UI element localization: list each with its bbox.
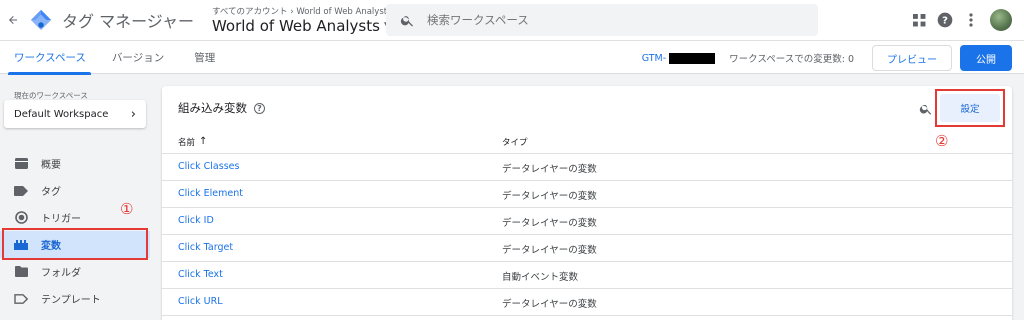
variable-type: データレイヤーの変数 <box>502 299 597 310</box>
sidebar-item-folders[interactable]: フォルダ <box>0 258 150 285</box>
search-bar[interactable] <box>386 4 818 36</box>
variable-type: 自動イベント変数 <box>502 272 579 283</box>
app-title: タグ マネージャー <box>62 12 194 31</box>
container-name: World of Web Analysts <box>211 17 380 35</box>
app-bar: タグ マネージャー すべてのアカウント › World of Web Analy… <box>0 0 1024 40</box>
tag-icon <box>14 184 28 198</box>
redacted-id <box>669 52 716 64</box>
svg-text:?: ? <box>942 15 948 26</box>
overview-icon <box>14 157 28 171</box>
column-header-name[interactable]: 名前 ↑ <box>178 136 207 148</box>
variable-type: データレイヤーの変数 <box>502 191 597 202</box>
variable-name-link[interactable]: Click URL <box>178 296 223 307</box>
search-icon <box>400 15 413 26</box>
variable-name-link[interactable]: Click ID <box>178 215 214 226</box>
table-row: Click URL データレイヤーの変数 <box>162 289 1012 316</box>
table-header: 名前 ↑ タイプ <box>162 130 1012 154</box>
tag-manager-logo-icon <box>30 9 52 31</box>
column-header-type: タイプ <box>502 137 528 148</box>
user-avatar[interactable] <box>990 9 1012 31</box>
help-icon[interactable]: ? <box>932 0 958 40</box>
folder-icon <box>14 265 28 279</box>
search-input[interactable] <box>427 13 807 27</box>
trigger-icon <box>14 211 28 225</box>
sidebar-item-overview[interactable]: 概要 <box>0 150 150 177</box>
variable-type: データレイヤーの変数 <box>502 245 597 256</box>
variable-name-link[interactable]: Click Text <box>178 269 223 280</box>
workspace-name: Default Workspace <box>14 108 109 120</box>
tab-versions[interactable]: バージョン <box>99 40 177 74</box>
help-circle-icon[interactable]: ? <box>254 102 265 114</box>
container-selector[interactable]: すべてのアカウント › World of Web Analysts World … <box>212 5 392 35</box>
more-vert-icon[interactable] <box>958 0 984 40</box>
publish-button[interactable]: 公開 <box>960 45 1012 71</box>
table-row: Click Text 自動イベント変数 <box>162 262 1012 289</box>
chevron-right-icon: › <box>130 106 136 122</box>
tab-admin[interactable]: 管理 <box>181 40 228 74</box>
back-arrow-icon[interactable] <box>2 0 24 40</box>
variable-name-link[interactable]: Click Classes <box>178 161 239 172</box>
gtm-container-id: GTM- <box>642 52 716 64</box>
highlight-box-settings <box>935 89 1005 127</box>
variable-name-link[interactable]: Click Element <box>178 188 243 199</box>
account-breadcrumb: すべてのアカウント › World of Web Analysts <box>211 7 392 17</box>
highlight-box-variables <box>2 228 148 260</box>
table-row: Click Element データレイヤーの変数 <box>162 181 1012 208</box>
search-icon[interactable] <box>919 101 933 120</box>
annotation-marker-1: ① <box>120 200 134 218</box>
variables-table-body: Click Classes データレイヤーの変数 Click Element デ… <box>162 154 1012 316</box>
sidebar-item-templates[interactable]: テンプレート <box>0 285 150 312</box>
builtin-variables-card: 組み込み変数 ? 設定 ② 名前 ↑ タイプ Click Classes データレ… <box>162 86 1012 320</box>
variable-name-link[interactable]: Click Target <box>178 242 233 253</box>
variable-type: データレイヤーの変数 <box>502 218 597 229</box>
tabs-bar: ワークスペース バージョン 管理 GTM- ワークスペースでの変更数: 0 プレ… <box>0 40 1024 75</box>
table-row: Click ID データレイヤーの変数 <box>162 208 1012 235</box>
apps-grid-icon[interactable] <box>906 0 932 40</box>
sort-arrow-up-icon: ↑ <box>199 136 208 147</box>
tab-workspace[interactable]: ワークスペース <box>0 40 99 75</box>
table-row: Click Classes データレイヤーの変数 <box>162 154 1012 181</box>
variable-type: データレイヤーの変数 <box>502 164 597 175</box>
card-title: 組み込み変数 ? <box>178 100 265 116</box>
table-row: Click Target データレイヤーの変数 <box>162 235 1012 262</box>
template-icon <box>14 292 28 306</box>
preview-button[interactable]: プレビュー <box>872 45 952 71</box>
workspace-selector[interactable]: Default Workspace › <box>4 100 146 128</box>
workspace-changes-count: ワークスペースでの変更数: 0 <box>729 54 854 65</box>
